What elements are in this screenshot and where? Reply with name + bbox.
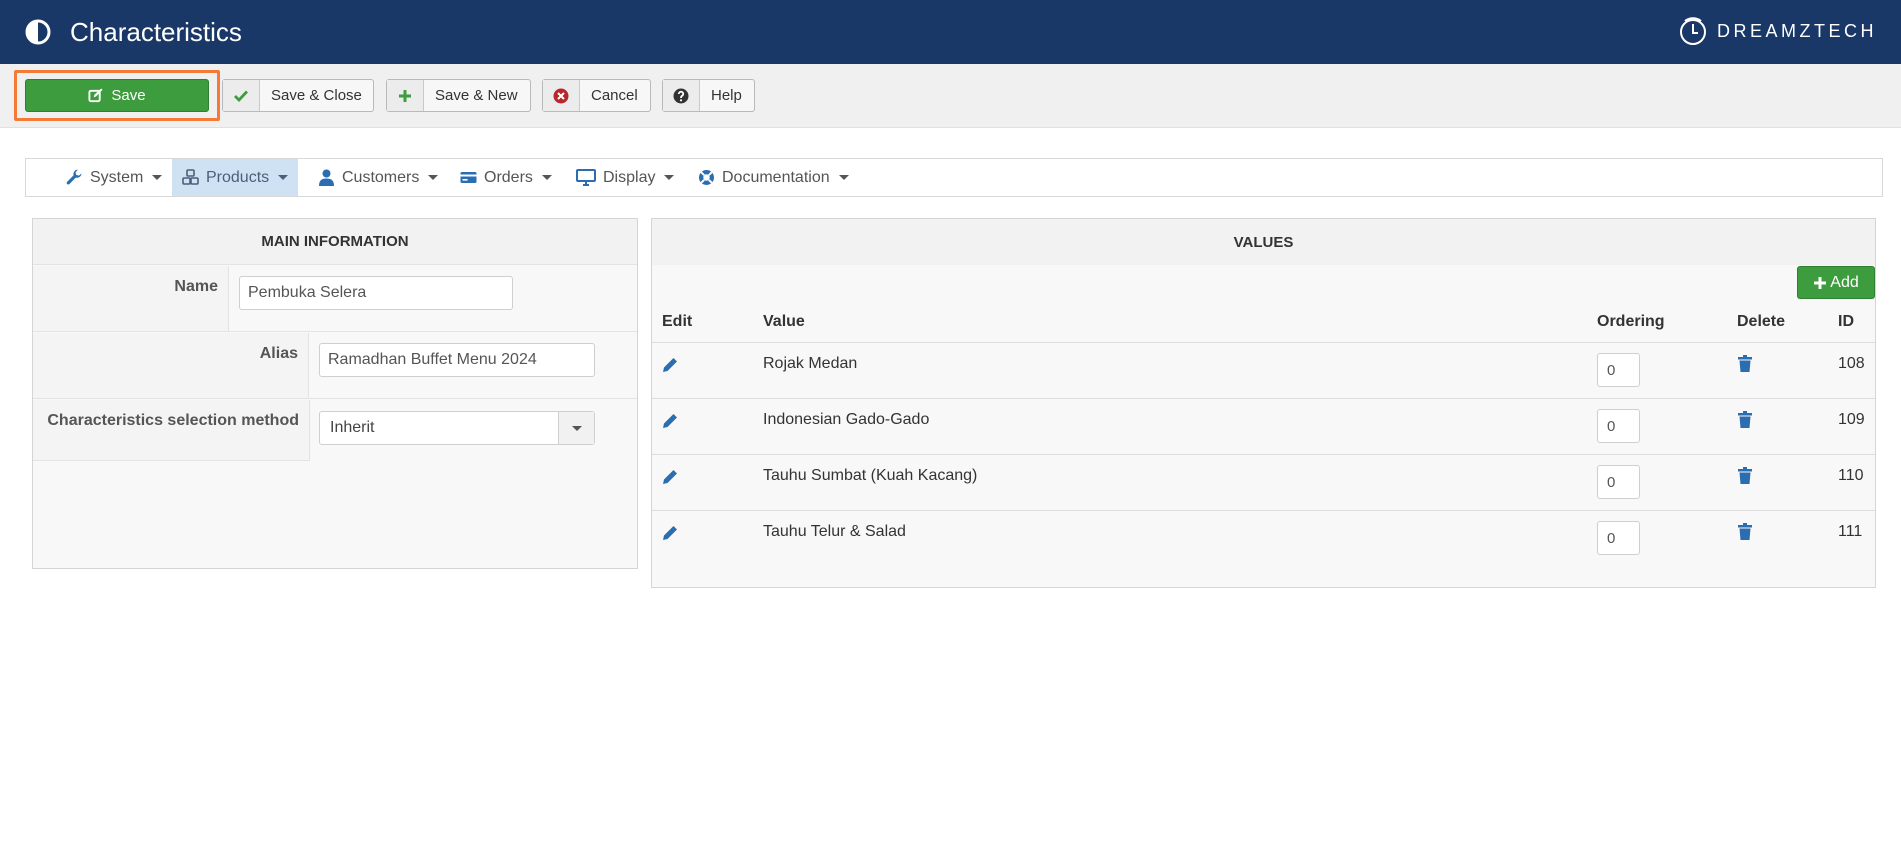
menu-products[interactable]: Products <box>172 159 299 196</box>
values-heading: VALUES <box>652 219 1875 265</box>
table-row: Tauhu Telur & Salad 0 111 <box>652 511 1875 567</box>
method-select-value: Inherit <box>330 419 375 436</box>
menu-customers-label: Customers <box>342 168 420 186</box>
ordering-input[interactable]: 0 <box>1597 409 1640 443</box>
pencil-icon[interactable] <box>661 356 679 374</box>
menu-system-label: System <box>90 168 144 186</box>
id-cell: 108 <box>1838 355 1865 372</box>
id-cell: 111 <box>1838 523 1863 540</box>
trash-icon[interactable] <box>1737 355 1753 373</box>
alias-input[interactable]: Ramadhan Buffet Menu 2024 <box>319 343 595 377</box>
plus-icon <box>387 80 424 111</box>
lifebuoy-icon <box>699 170 714 185</box>
add-value-button[interactable]: Add <box>1797 266 1875 299</box>
cubes-icon <box>182 169 199 185</box>
save-new-label: Save & New <box>435 87 518 104</box>
check-icon <box>223 80 260 111</box>
menu-orders-label: Orders <box>484 168 533 186</box>
trash-icon[interactable] <box>1737 411 1753 429</box>
menu-documentation[interactable]: Documentation <box>688 159 859 196</box>
ordering-input[interactable]: 0 <box>1597 353 1640 387</box>
main-information-heading: MAIN INFORMATION <box>33 219 637 265</box>
cancel-button[interactable]: Cancel <box>542 79 651 112</box>
column-header-delete: Delete <box>1737 313 1786 330</box>
menu-system[interactable]: System <box>56 159 172 196</box>
method-row: Characteristics selection method <box>33 400 310 461</box>
user-icon <box>319 169 334 186</box>
caret-down-icon <box>152 175 163 180</box>
ordering-input[interactable]: 0 <box>1597 521 1640 555</box>
method-label: Characteristics selection method <box>33 400 310 460</box>
cancel-label: Cancel <box>591 87 638 104</box>
column-header-ordering: Ordering <box>1597 313 1665 330</box>
value-cell: Rojak Medan <box>763 355 858 372</box>
caret-down-icon <box>428 175 439 180</box>
pencil-icon[interactable] <box>661 468 679 486</box>
contrast-icon <box>25 19 51 45</box>
toolbar: Save Save & Close Save & New Cancel Help <box>0 64 1901 128</box>
dropdown-arrow-icon[interactable] <box>558 412 594 444</box>
save-close-button[interactable]: Save & Close <box>222 79 374 112</box>
menu-customers[interactable]: Customers <box>308 159 448 196</box>
menu-display[interactable]: Display <box>566 159 684 196</box>
value-cell: Tauhu Telur & Salad <box>763 523 906 540</box>
pencil-icon[interactable] <box>661 412 679 430</box>
table-row: Rojak Medan 0 108 <box>652 343 1875 399</box>
help-button[interactable]: Help <box>662 79 755 112</box>
app-header: Characteristics DREAMZTECH <box>0 0 1901 64</box>
menu-orders[interactable]: Orders <box>450 159 562 196</box>
plus-icon <box>1814 276 1827 289</box>
name-label: Name <box>33 266 229 331</box>
menu-display-label: Display <box>603 168 656 186</box>
help-label: Help <box>711 87 742 104</box>
alias-label: Alias <box>33 333 309 398</box>
column-header-id: ID <box>1838 313 1854 330</box>
save-button-label: Save <box>111 87 146 104</box>
column-header-value: Value <box>763 313 805 330</box>
main-information-panel: MAIN INFORMATION Name Pembuka Selera Ali… <box>32 218 638 569</box>
table-row: Tauhu Sumbat (Kuah Kacang) 0 110 <box>652 455 1875 511</box>
trash-icon[interactable] <box>1737 467 1753 485</box>
wrench-icon <box>66 169 82 185</box>
value-cell: Tauhu Sumbat (Kuah Kacang) <box>763 467 978 484</box>
pencil-icon[interactable] <box>661 524 679 542</box>
value-cell: Indonesian Gado-Gado <box>763 411 930 428</box>
menu-products-label: Products <box>206 168 270 186</box>
brand-name: DREAMZTECH <box>1717 20 1877 41</box>
id-cell: 110 <box>1838 467 1864 484</box>
method-select[interactable]: Inherit <box>319 411 595 445</box>
name-row: Name Pembuka Selera <box>33 266 637 332</box>
table-row: Indonesian Gado-Gado 0 109 <box>652 399 1875 455</box>
page-title: Characteristics <box>70 17 242 47</box>
id-cell: 109 <box>1838 411 1865 428</box>
add-label: Add <box>1830 273 1859 291</box>
values-panel: VALUES Add Edit Value Ordering Delete ID… <box>651 218 1876 588</box>
save-button[interactable]: Save <box>25 79 209 112</box>
caret-down-icon <box>278 175 289 180</box>
ordering-input[interactable]: 0 <box>1597 465 1640 499</box>
edit-square-icon <box>88 88 103 103</box>
name-input[interactable]: Pembuka Selera <box>239 276 513 310</box>
caret-down-icon <box>838 175 849 180</box>
menu-documentation-label: Documentation <box>722 168 830 186</box>
trash-icon[interactable] <box>1737 523 1753 541</box>
column-header-edit: Edit <box>662 313 693 330</box>
caret-down-icon <box>664 175 675 180</box>
dreamztech-logo-icon <box>1680 17 1706 45</box>
component-menu: System Products Customers Orders Display… <box>25 158 1883 197</box>
question-circle-icon <box>663 80 700 111</box>
cancel-circle-icon <box>543 80 580 111</box>
credit-card-icon <box>460 172 477 183</box>
save-new-button[interactable]: Save & New <box>386 79 531 112</box>
monitor-icon <box>576 169 596 186</box>
brand-logo: DREAMZTECH <box>1677 15 1877 47</box>
alias-row: Alias Ramadhan Buffet Menu 2024 <box>33 333 637 399</box>
save-close-label: Save & Close <box>271 87 362 104</box>
caret-down-icon <box>541 175 552 180</box>
